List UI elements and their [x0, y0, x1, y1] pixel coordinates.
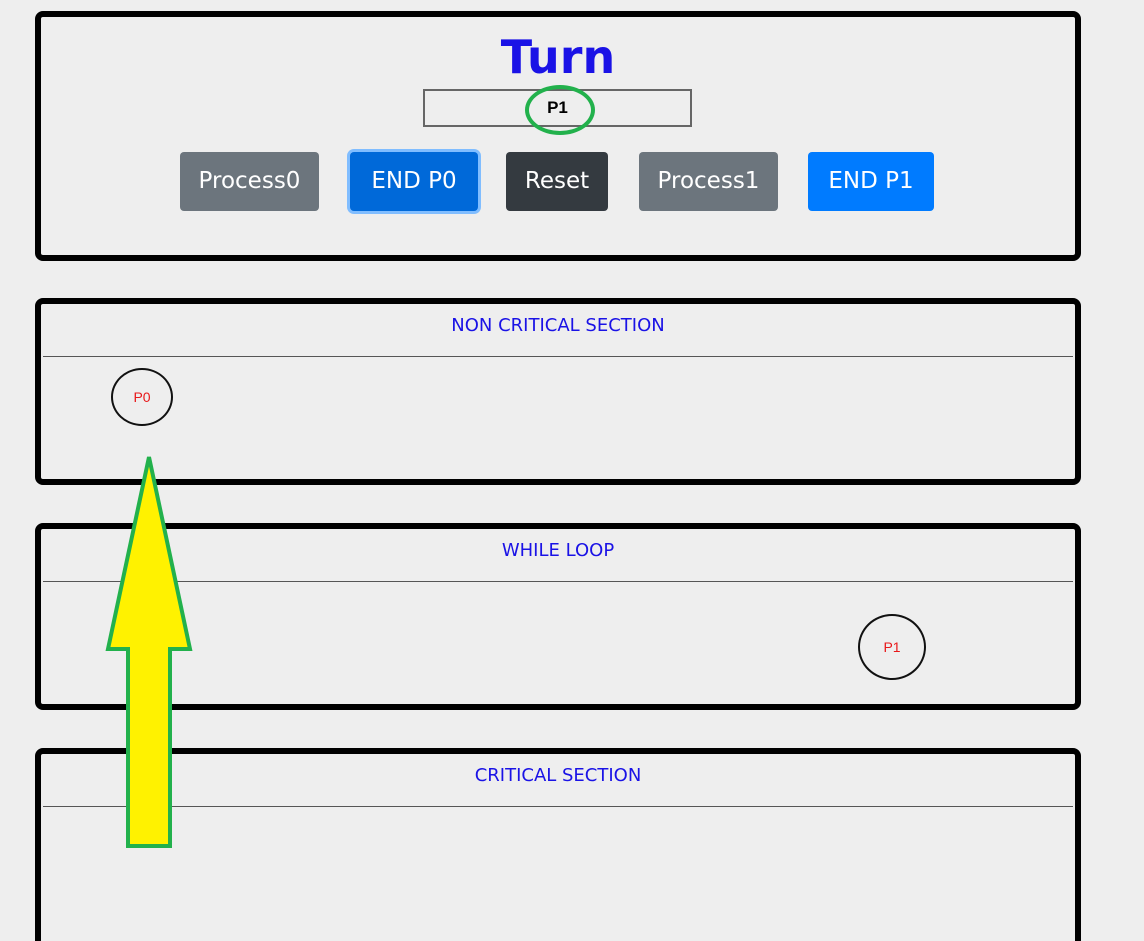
process-p1-label: P1 — [883, 639, 901, 655]
while-loop-title: WHILE LOOP — [501, 540, 615, 561]
process1-button[interactable]: Process1 — [639, 152, 778, 211]
section-divider — [43, 581, 1073, 582]
turn-panel: Turn P1 Process0 END P0 Reset Process1 E… — [35, 11, 1081, 261]
process-p0-label: P0 — [133, 389, 151, 405]
critical-section-title: CRITICAL SECTION — [474, 765, 642, 786]
non-critical-section-title: NON CRITICAL SECTION — [451, 315, 665, 336]
process-p1-node: P1 — [858, 614, 926, 680]
section-divider — [43, 356, 1073, 357]
up-arrow-shape — [105, 456, 193, 848]
process-p0-node: P0 — [111, 368, 173, 426]
up-arrow-icon — [105, 456, 193, 848]
section-divider — [43, 806, 1073, 807]
reset-button[interactable]: Reset — [506, 152, 608, 211]
end-p1-button[interactable]: END P1 — [808, 152, 934, 211]
turn-title: Turn — [500, 30, 616, 84]
process0-button[interactable]: Process0 — [180, 152, 319, 211]
turn-highlight-circle — [525, 85, 595, 135]
end-p0-button[interactable]: END P0 — [350, 152, 478, 211]
